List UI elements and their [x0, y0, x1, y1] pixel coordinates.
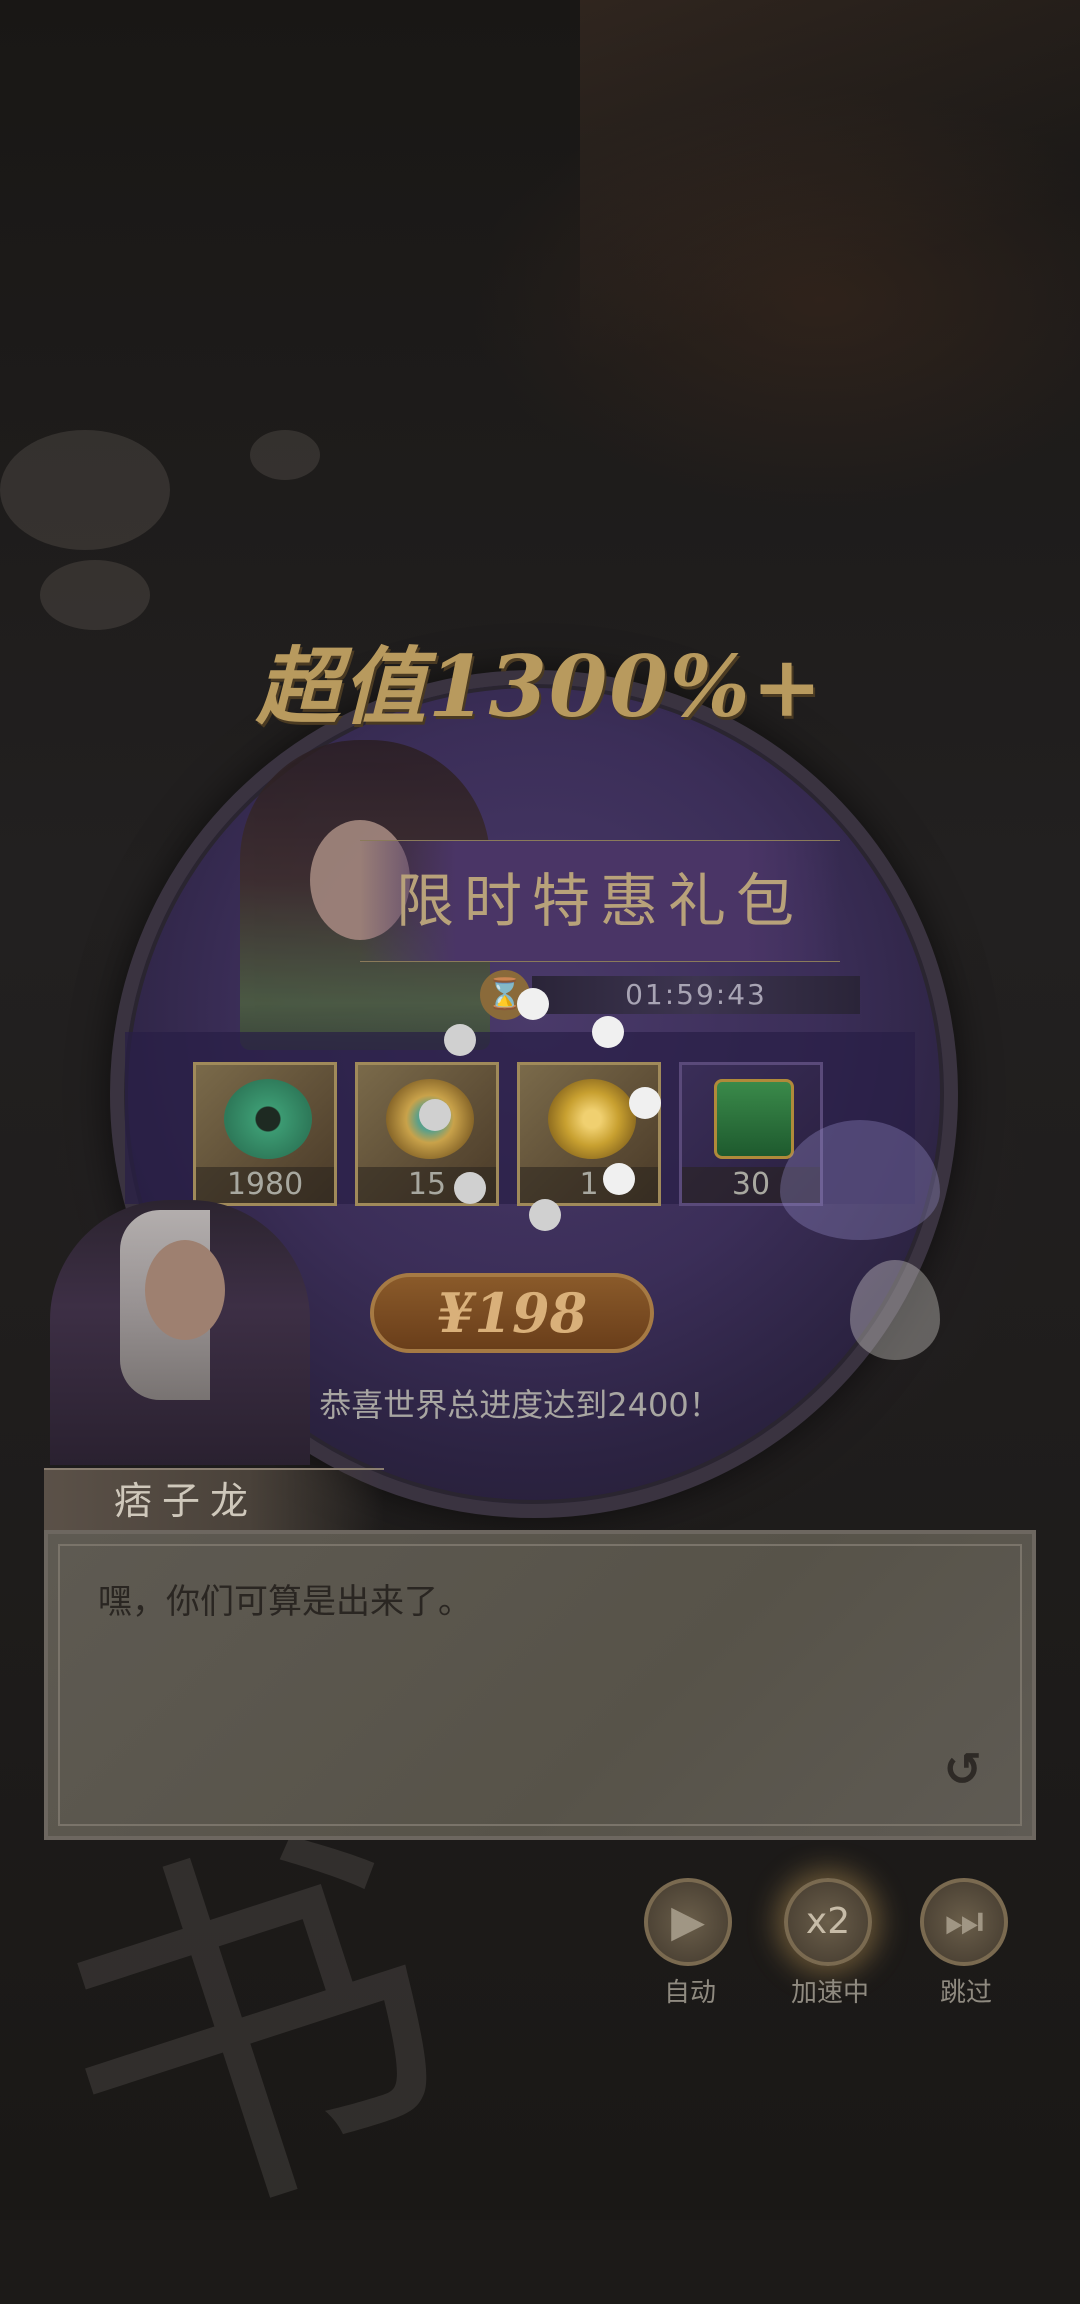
loading-dot: [419, 1099, 451, 1131]
jade-pendant-icon: [224, 1079, 312, 1159]
purchase-button[interactable]: ¥198: [370, 1273, 654, 1353]
loading-dot: [629, 1087, 661, 1119]
skip-label: 跳过: [939, 1978, 992, 2008]
loading-dot: [529, 1199, 561, 1231]
value-headline: 超值1300%+: [256, 637, 824, 736]
gold-ring-icon: [548, 1079, 636, 1159]
dialog-text: 嘿，你们可算是出来了。: [98, 1582, 472, 1622]
green-chest-icon: [714, 1079, 794, 1159]
item-count: 1980: [196, 1167, 334, 1203]
timer-value: 01:59:43: [532, 976, 860, 1014]
loading-dot: [517, 988, 549, 1020]
speaker-face: [145, 1240, 225, 1340]
offer-title: 限时特惠礼包: [395, 867, 804, 935]
speaker-portrait: [50, 1200, 310, 1465]
cloud-decoration: [250, 430, 320, 480]
progress-message: 恭喜世界总进度达到2400！: [319, 1386, 721, 1424]
speed-x2-icon: x2: [784, 1878, 872, 1966]
next-arrow-icon[interactable]: ↺: [943, 1742, 982, 1796]
dialog-box[interactable]: 嘿，你们可算是出来了。 ↺: [44, 1530, 1036, 1840]
auto-label: 自动: [663, 1978, 716, 2008]
auto-button[interactable]: ▶ 自动: [644, 1878, 736, 2009]
loading-dot: [592, 1016, 624, 1048]
loading-dot: [603, 1163, 635, 1195]
reward-item[interactable]: 1: [517, 1062, 661, 1206]
skip-button[interactable]: ⏭ 跳过: [920, 1878, 1012, 2009]
scene-decoration: [580, 0, 1080, 400]
speaker-name: 痞子龙: [114, 1479, 259, 1523]
lotus-decoration: [850, 1260, 940, 1360]
cloud-decoration: [0, 430, 170, 550]
speaker-name-tag: 痞子龙: [44, 1468, 384, 1532]
speed-button[interactable]: x2 加速中: [784, 1878, 876, 2009]
reward-item[interactable]: 1980: [193, 1062, 337, 1206]
speed-label: 加速中: [790, 1978, 869, 2008]
item-count: 1: [520, 1167, 658, 1203]
loading-dot: [444, 1024, 476, 1056]
offer-banner: 限时特惠礼包: [360, 840, 840, 962]
loading-dot: [454, 1172, 486, 1204]
play-icon: ▶: [644, 1878, 732, 1966]
fast-forward-icon: ⏭: [920, 1878, 1008, 1966]
